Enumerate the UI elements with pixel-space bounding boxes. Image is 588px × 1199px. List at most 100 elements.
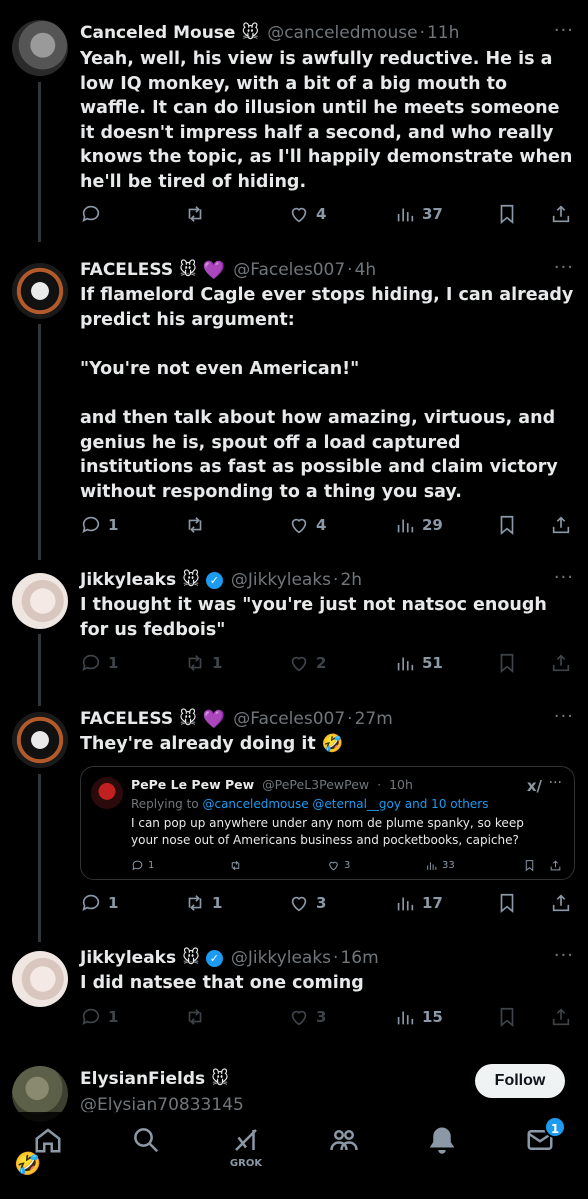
reply-button[interactable]: 1	[80, 892, 118, 914]
reply-button[interactable]: 1	[80, 652, 118, 674]
share-icon	[552, 516, 570, 534]
quoted-display-name[interactable]: PePe Le Pew Pew	[131, 777, 254, 792]
share-button[interactable]	[550, 514, 572, 536]
mouse-emoji: 🐭	[211, 1069, 229, 1089]
views-icon	[397, 897, 414, 911]
timestamp[interactable]: 2h	[340, 570, 362, 590]
reply-button[interactable]: 1	[80, 514, 118, 536]
like-button[interactable]: 3	[288, 1006, 326, 1028]
bookmark-button[interactable]	[496, 1006, 518, 1028]
more-icon[interactable]: ···	[554, 706, 574, 727]
share-button[interactable]	[550, 652, 572, 674]
quoted-views-button[interactable]: 33	[425, 859, 455, 872]
reply-button[interactable]: 1	[80, 1006, 118, 1028]
repost-button[interactable]: 1	[184, 892, 222, 914]
repost-button[interactable]: 1	[184, 652, 222, 674]
more-icon[interactable]: ···	[554, 567, 574, 588]
avatar[interactable]	[12, 573, 68, 629]
tweet-actions: 4 37	[80, 201, 574, 227]
quoted-handle[interactable]: @PePeL3PewPew	[262, 777, 369, 792]
views-button[interactable]: 15	[394, 1006, 443, 1028]
share-button[interactable]	[550, 203, 572, 225]
handle[interactable]: @canceledmouse	[267, 23, 417, 43]
bookmark-button[interactable]	[496, 892, 518, 914]
reply-icon	[82, 894, 100, 911]
nav-grok[interactable]: GROK	[226, 1120, 266, 1169]
quoted-avatar[interactable]	[91, 777, 123, 809]
more-icon[interactable]: ···	[554, 257, 574, 278]
share-button[interactable]	[550, 1006, 572, 1028]
views-button[interactable]: 29	[394, 514, 443, 536]
quoted-mentions[interactable]: @canceledmouse @eternal__goy and 10 othe…	[202, 797, 488, 811]
share-icon	[550, 860, 561, 871]
purple-heart-emoji: 💜	[202, 259, 226, 281]
repost-button[interactable]	[184, 1006, 212, 1028]
avatar[interactable]	[12, 263, 68, 319]
like-button[interactable]: 4	[288, 514, 326, 536]
follow-button[interactable]: Follow	[475, 1064, 565, 1098]
views-button[interactable]: 51	[394, 652, 443, 674]
timestamp[interactable]: 11h	[427, 23, 459, 43]
nav-messages[interactable]: 1	[520, 1116, 566, 1160]
timestamp[interactable]: 4h	[355, 260, 377, 280]
bottom-nav: GROK 1	[0, 1112, 588, 1199]
grok-icon	[235, 1129, 257, 1151]
quoted-tweet[interactable]: PePe Le Pew Pew @PePeL3PewPew · 10h Repl…	[80, 766, 575, 880]
views-button[interactable]: 37	[394, 203, 443, 225]
avatar[interactable]	[12, 951, 68, 1007]
handle[interactable]: @Faceles007	[233, 260, 345, 280]
nav-search[interactable]	[126, 1120, 166, 1160]
reply-icon	[82, 654, 100, 671]
quoted-share-button[interactable]	[549, 859, 562, 872]
quoted-bookmark-button[interactable]	[523, 859, 536, 872]
handle[interactable]: @Faceles007	[233, 709, 345, 729]
bookmark-button[interactable]	[496, 203, 518, 225]
more-icon[interactable]: ···	[554, 945, 574, 966]
messages-badge: 1	[544, 1116, 566, 1138]
reply-icon	[82, 205, 100, 222]
handle[interactable]: @Jikkyleaks	[231, 570, 331, 590]
display-name[interactable]: ElysianFields	[80, 1069, 205, 1089]
repost-button[interactable]	[184, 203, 212, 225]
timestamp[interactable]: 27m	[355, 709, 393, 729]
mouse-emoji: 🐭	[241, 23, 260, 43]
avatar[interactable]	[12, 712, 68, 768]
repost-button[interactable]	[184, 514, 212, 536]
bookmark-icon	[500, 653, 514, 674]
thread-line	[38, 324, 41, 560]
more-icon[interactable]: ···	[549, 775, 562, 791]
tweet-text: Yeah, well, his view is awfully reductiv…	[80, 49, 579, 192]
quoted-timestamp[interactable]: 10h	[389, 777, 413, 792]
display-name[interactable]: Canceled Mouse	[80, 23, 235, 43]
like-button[interactable]: 4	[288, 203, 326, 225]
quoted-reply-button[interactable]: 1	[131, 859, 154, 872]
nav-communities[interactable]	[324, 1120, 364, 1160]
bookmark-icon	[500, 515, 514, 536]
quoted-like-button[interactable]: 3	[327, 859, 350, 872]
like-button[interactable]: 2	[288, 652, 326, 674]
tweet-text: They're already doing it 🤣	[80, 734, 344, 754]
share-button[interactable]	[550, 892, 572, 914]
more-icon[interactable]: ···	[554, 20, 574, 41]
avatar[interactable]	[12, 20, 68, 76]
quoted-repost-button[interactable]	[229, 859, 242, 872]
tweet-text: I did natsee that one coming	[80, 973, 364, 993]
display-name[interactable]: FACELESS	[80, 709, 173, 729]
repost-icon	[188, 517, 202, 533]
bookmark-button[interactable]	[496, 652, 518, 674]
views-button[interactable]: 17	[394, 892, 443, 914]
display-name[interactable]: FACELESS	[80, 260, 173, 280]
grok-icon[interactable]: x/	[527, 777, 542, 795]
reply-button[interactable]	[80, 203, 108, 225]
bookmark-button[interactable]	[496, 514, 518, 536]
timestamp[interactable]: 16m	[340, 948, 378, 968]
handle[interactable]: @Jikkyleaks	[231, 948, 331, 968]
repost-icon	[188, 206, 202, 222]
share-icon	[552, 205, 570, 223]
nav-notifications[interactable]	[422, 1120, 462, 1160]
heart-icon	[291, 1010, 307, 1026]
like-button[interactable]: 3	[288, 892, 326, 914]
display-name[interactable]: Jikkyleaks	[80, 570, 176, 590]
views-icon	[397, 1011, 414, 1025]
display-name[interactable]: Jikkyleaks	[80, 948, 176, 968]
